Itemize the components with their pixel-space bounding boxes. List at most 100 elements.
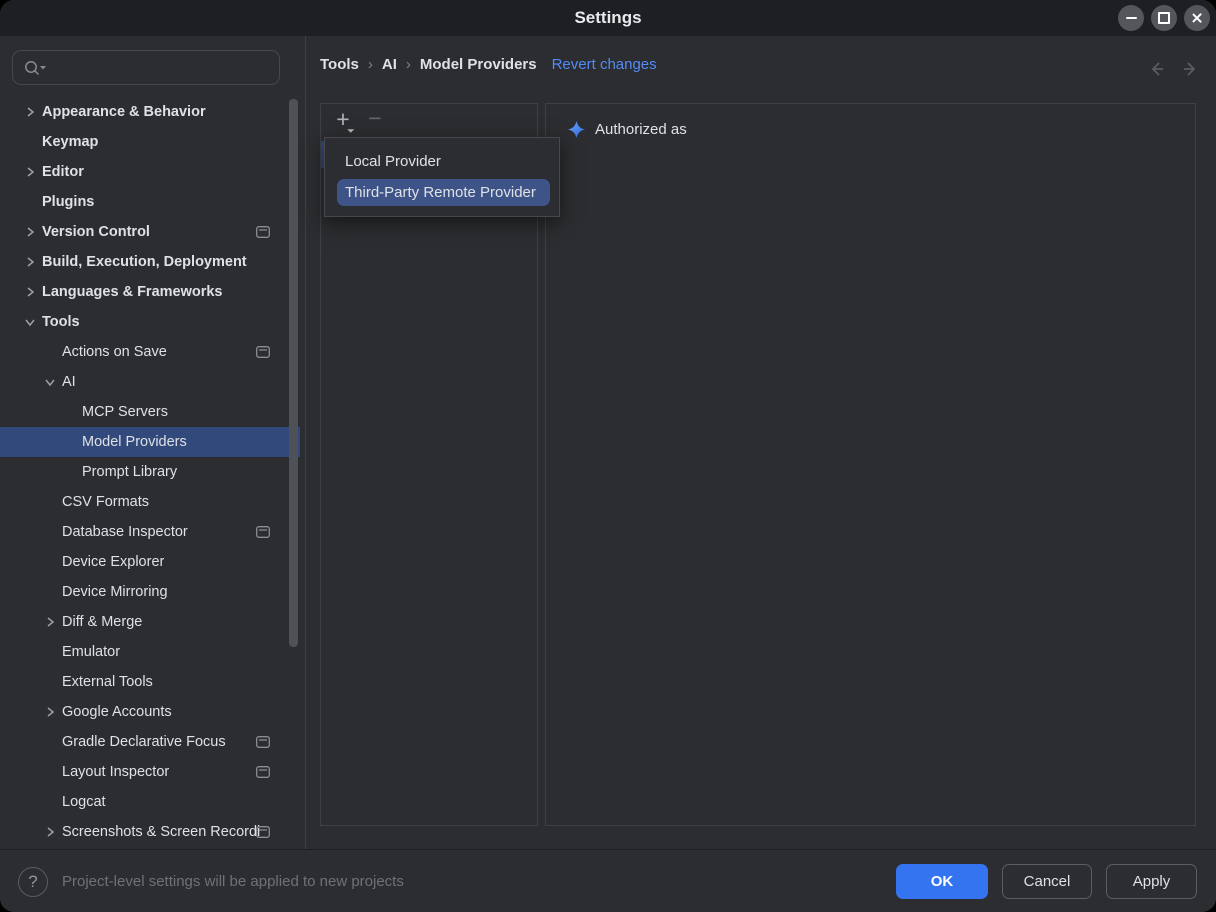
project-level-icon <box>256 826 270 838</box>
revert-changes-link[interactable]: Revert changes <box>552 56 657 73</box>
ok-button[interactable]: OK <box>896 864 988 899</box>
sidebar-scrollbar-thumb[interactable] <box>289 99 298 647</box>
sidebar-item-actions-on-save[interactable]: Actions on Save <box>0 337 300 367</box>
menu-item-third-party-remote-provider[interactable]: Third-Party Remote Provider <box>337 179 550 206</box>
sidebar-item-label: Plugins <box>42 194 94 210</box>
forward-button[interactable] <box>1178 56 1204 82</box>
chevron-right-icon[interactable] <box>22 104 38 120</box>
sidebar-item-appearance-behavior[interactable]: Appearance & Behavior <box>0 97 300 127</box>
sidebar-item-label: Prompt Library <box>82 464 177 480</box>
project-level-icon <box>256 346 270 358</box>
sidebar-item-label: Actions on Save <box>62 344 167 360</box>
maximize-button[interactable] <box>1151 5 1177 31</box>
breadcrumb-separator: › <box>368 56 373 73</box>
sidebar-item-diff-merge[interactable]: Diff & Merge <box>0 607 300 637</box>
close-button[interactable] <box>1184 5 1210 31</box>
chevron-right-icon[interactable] <box>22 254 38 270</box>
sidebar-item-label: Database Inspector <box>62 524 188 540</box>
sidebar-item-editor[interactable]: Editor <box>0 157 300 187</box>
cancel-button[interactable]: Cancel <box>1002 864 1092 899</box>
breadcrumb-segment-model-providers[interactable]: Model Providers <box>420 56 537 73</box>
chevron-right-icon[interactable] <box>42 614 58 630</box>
sidebar-item-emulator[interactable]: Emulator <box>0 637 300 667</box>
close-icon <box>1191 12 1203 24</box>
sidebar-item-label: MCP Servers <box>82 404 168 420</box>
settings-tree: Appearance & Behavior Keymap Editor Plugins… <box>0 97 300 847</box>
help-icon: ? <box>28 872 37 892</box>
sidebar-item-device-explorer[interactable]: Device Explorer <box>0 547 300 577</box>
title-bar: Settings <box>0 0 1216 36</box>
menu-item-local-provider[interactable]: Local Provider <box>325 147 559 177</box>
sidebar-item-label: Appearance & Behavior <box>42 104 206 120</box>
maximize-icon <box>1158 12 1170 24</box>
chevron-right-icon[interactable] <box>42 824 58 840</box>
chevron-right-icon[interactable] <box>22 284 38 300</box>
project-level-icon <box>256 766 270 778</box>
sidebar-item-label: Google Accounts <box>62 704 172 720</box>
sidebar-item-version-control[interactable]: Version Control <box>0 217 300 247</box>
authorized-as-row: Authorized as <box>568 121 687 138</box>
chevron-right-icon[interactable] <box>22 164 38 180</box>
remove-provider-button[interactable]: − <box>363 106 387 132</box>
sidebar-item-label: Device Explorer <box>62 554 164 570</box>
sidebar-item-label: Tools <box>42 314 80 330</box>
back-button[interactable] <box>1143 56 1169 82</box>
authorized-as-label: Authorized as <box>595 121 687 138</box>
chevron-down-icon[interactable] <box>42 374 58 390</box>
sidebar-item-plugins[interactable]: Plugins <box>0 187 300 217</box>
sidebar-item-label: Keymap <box>42 134 98 150</box>
providers-toolbar: + − <box>321 104 537 138</box>
arrow-left-icon <box>1143 56 1169 82</box>
sidebar-item-keymap[interactable]: Keymap <box>0 127 300 157</box>
sidebar-item-tools[interactable]: Tools <box>0 307 300 337</box>
sidebar-item-label: AI <box>62 374 76 390</box>
sidebar-item-gradle-declarative-focus[interactable]: Gradle Declarative Focus <box>0 727 300 757</box>
breadcrumb: Tools › AI › Model Providers Revert changes <box>320 50 657 78</box>
chevron-right-icon[interactable] <box>42 704 58 720</box>
sidebar-item-label: External Tools <box>62 674 153 690</box>
sidebar-item-label: Emulator <box>62 644 120 660</box>
add-provider-button[interactable]: + <box>331 106 355 132</box>
sidebar-item-languages-frameworks[interactable]: Languages & Frameworks <box>0 277 300 307</box>
sidebar-item-label: Editor <box>42 164 84 180</box>
breadcrumb-separator: › <box>406 56 411 73</box>
sidebar-divider <box>305 36 306 849</box>
breadcrumb-segment-ai[interactable]: AI <box>382 56 397 73</box>
sidebar-item-prompt-library[interactable]: Prompt Library <box>0 457 300 487</box>
sidebar-item-build-execution-deployment[interactable]: Build, Execution, Deployment <box>0 247 300 277</box>
search-input[interactable] <box>47 59 261 77</box>
chevron-right-icon[interactable] <box>22 224 38 240</box>
ai-spark-icon <box>568 121 585 138</box>
arrow-right-icon <box>1178 56 1204 82</box>
sidebar-item-screenshots-screen-recordi[interactable]: Screenshots & Screen Recordi <box>0 817 300 847</box>
sidebar-item-label: Build, Execution, Deployment <box>42 254 247 270</box>
breadcrumb-segment-tools[interactable]: Tools <box>320 56 359 73</box>
sidebar-item-label: Languages & Frameworks <box>42 284 223 300</box>
project-level-icon <box>256 226 270 238</box>
sidebar-item-csv-formats[interactable]: CSV Formats <box>0 487 300 517</box>
sidebar-item-logcat[interactable]: Logcat <box>0 787 300 817</box>
sidebar-item-layout-inspector[interactable]: Layout Inspector <box>0 757 300 787</box>
sidebar-item-model-providers[interactable]: Model Providers <box>0 427 300 457</box>
sidebar-item-label: Model Providers <box>82 434 187 450</box>
minimize-button[interactable] <box>1118 5 1144 31</box>
apply-button[interactable]: Apply <box>1106 864 1197 899</box>
sidebar-item-label: Gradle Declarative Focus <box>62 734 226 750</box>
project-level-icon <box>256 736 270 748</box>
sidebar-item-mcp-servers[interactable]: MCP Servers <box>0 397 300 427</box>
minimize-icon <box>1126 17 1137 19</box>
provider-detail-panel: Authorized as <box>545 103 1196 826</box>
sidebar-item-device-mirroring[interactable]: Device Mirroring <box>0 577 300 607</box>
sidebar-item-database-inspector[interactable]: Database Inspector <box>0 517 300 547</box>
settings-window: Settings Appearance & Behavior Keymap Edit… <box>0 0 1216 912</box>
sidebar-item-google-accounts[interactable]: Google Accounts <box>0 697 300 727</box>
help-button[interactable]: ? <box>18 867 48 897</box>
settings-search-box[interactable] <box>12 50 280 85</box>
chevron-down-icon[interactable] <box>22 314 38 330</box>
sidebar-item-external-tools[interactable]: External Tools <box>0 667 300 697</box>
sidebar-item-label: Screenshots & Screen Recordi <box>62 824 260 840</box>
sidebar-item-label: Diff & Merge <box>62 614 142 630</box>
sidebar-item-ai[interactable]: AI <box>0 367 300 397</box>
sidebar-item-label: Version Control <box>42 224 150 240</box>
footer-hint: Project-level settings will be applied t… <box>62 866 404 898</box>
